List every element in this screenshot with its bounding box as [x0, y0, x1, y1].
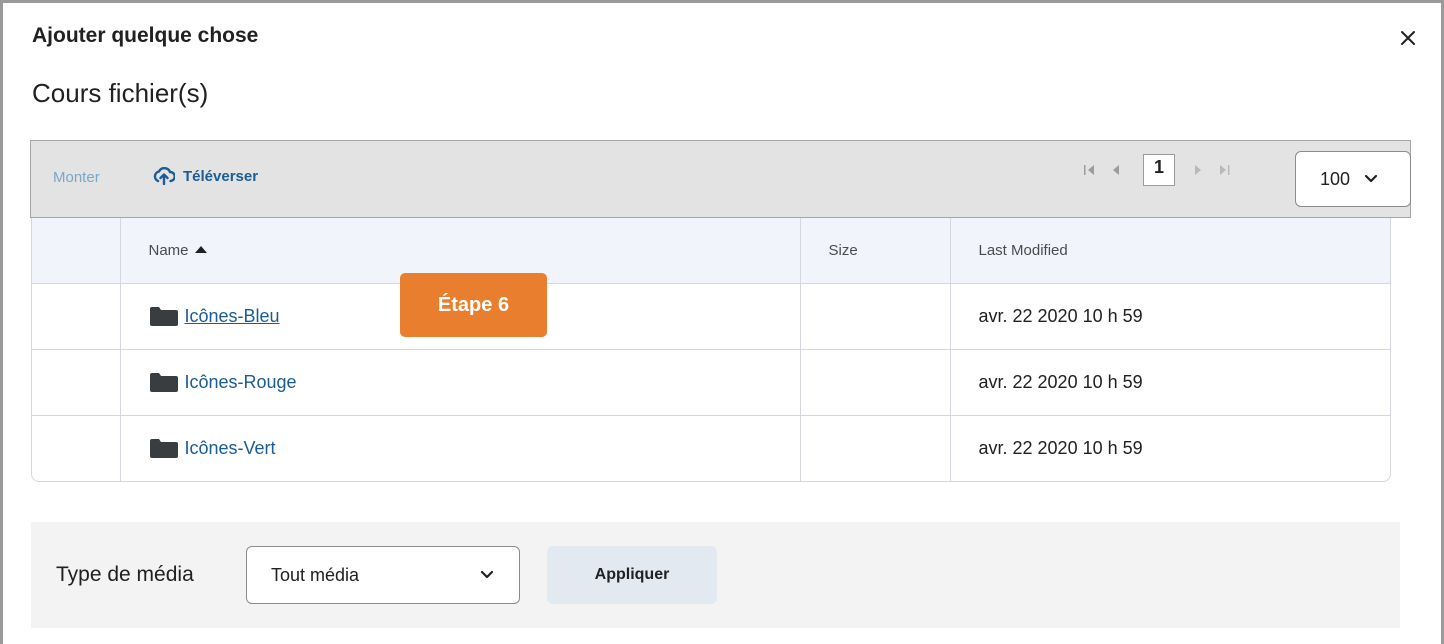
- chevron-down-icon: [1364, 174, 1378, 183]
- page-subtitle: Cours fichier(s): [32, 78, 209, 108]
- size-cell: [800, 349, 951, 416]
- select-column-header: [32, 218, 121, 284]
- media-type-select[interactable]: Tout média: [246, 546, 520, 604]
- first-page-icon: [1084, 165, 1094, 175]
- next-page-icon: [1195, 165, 1201, 175]
- modified-cell: avr. 22 2020 10 h 59: [950, 283, 1390, 350]
- file-toolbar: Monter Téléverser 1 100: [30, 140, 1411, 218]
- media-type-label: Type de média: [56, 563, 194, 586]
- cloud-upload-icon: [153, 167, 175, 185]
- previous-page-icon: [1113, 165, 1119, 175]
- apply-button[interactable]: Appliquer: [547, 546, 717, 604]
- folder-icon: [149, 439, 178, 459]
- file-table: Name Size Last Modified Icônes-Bleu avr.: [31, 218, 1391, 482]
- folder-icon: [149, 307, 178, 326]
- media-filter-bar: Type de média Tout média Appliquer: [31, 522, 1400, 628]
- sort-ascending-icon: [194, 245, 207, 253]
- folder-icon: [149, 373, 178, 392]
- table-row: Icônes-Vert avr. 22 2020 10 h 59: [32, 415, 1390, 481]
- folder-link[interactable]: Icônes-Vert: [185, 438, 276, 459]
- close-button[interactable]: [1396, 26, 1420, 50]
- pagination: 1: [1077, 153, 1237, 187]
- name-cell: Icônes-Vert: [120, 415, 801, 481]
- last-page-icon: [1220, 165, 1230, 175]
- previous-page-button[interactable]: [1103, 160, 1129, 180]
- close-icon: [1401, 31, 1415, 45]
- first-page-button[interactable]: [1077, 160, 1103, 180]
- modified-cell: avr. 22 2020 10 h 59: [978, 437, 1143, 458]
- step-callout: Étape 6: [400, 273, 547, 337]
- name-header-label: Name: [148, 241, 189, 259]
- per-page-value: 100: [1320, 168, 1351, 189]
- per-page-select[interactable]: 100: [1295, 151, 1411, 207]
- upload-label: Téléverser: [183, 167, 259, 185]
- upload-button[interactable]: Téléverser: [153, 167, 258, 185]
- folder-link[interactable]: Icônes-Bleu: [185, 306, 280, 327]
- next-page-button[interactable]: [1185, 160, 1211, 180]
- chevron-down-icon: [480, 570, 494, 579]
- select-cell: [32, 415, 121, 481]
- page-number-input[interactable]: 1: [1143, 154, 1175, 186]
- size-cell: [800, 283, 951, 350]
- size-column-header[interactable]: Size: [800, 218, 951, 284]
- modified-cell: avr. 22 2020 10 h 59: [950, 349, 1390, 416]
- dialog-title: Ajouter quelque chose: [32, 24, 259, 47]
- folder-link[interactable]: Icônes-Rouge: [185, 372, 297, 393]
- select-cell: [32, 283, 121, 350]
- size-cell: [800, 415, 951, 481]
- monter-button[interactable]: Monter: [53, 169, 100, 186]
- media-type-value: Tout média: [271, 564, 360, 585]
- modified-column-header[interactable]: Last Modified: [950, 218, 1390, 284]
- table-row: Icônes-Bleu avr. 22 2020 10 h 59: [32, 283, 1390, 350]
- name-cell: Icônes-Rouge: [120, 349, 801, 416]
- last-page-button[interactable]: [1211, 160, 1237, 180]
- table-row: Icônes-Rouge avr. 22 2020 10 h 59: [32, 349, 1390, 416]
- select-cell: [32, 349, 121, 416]
